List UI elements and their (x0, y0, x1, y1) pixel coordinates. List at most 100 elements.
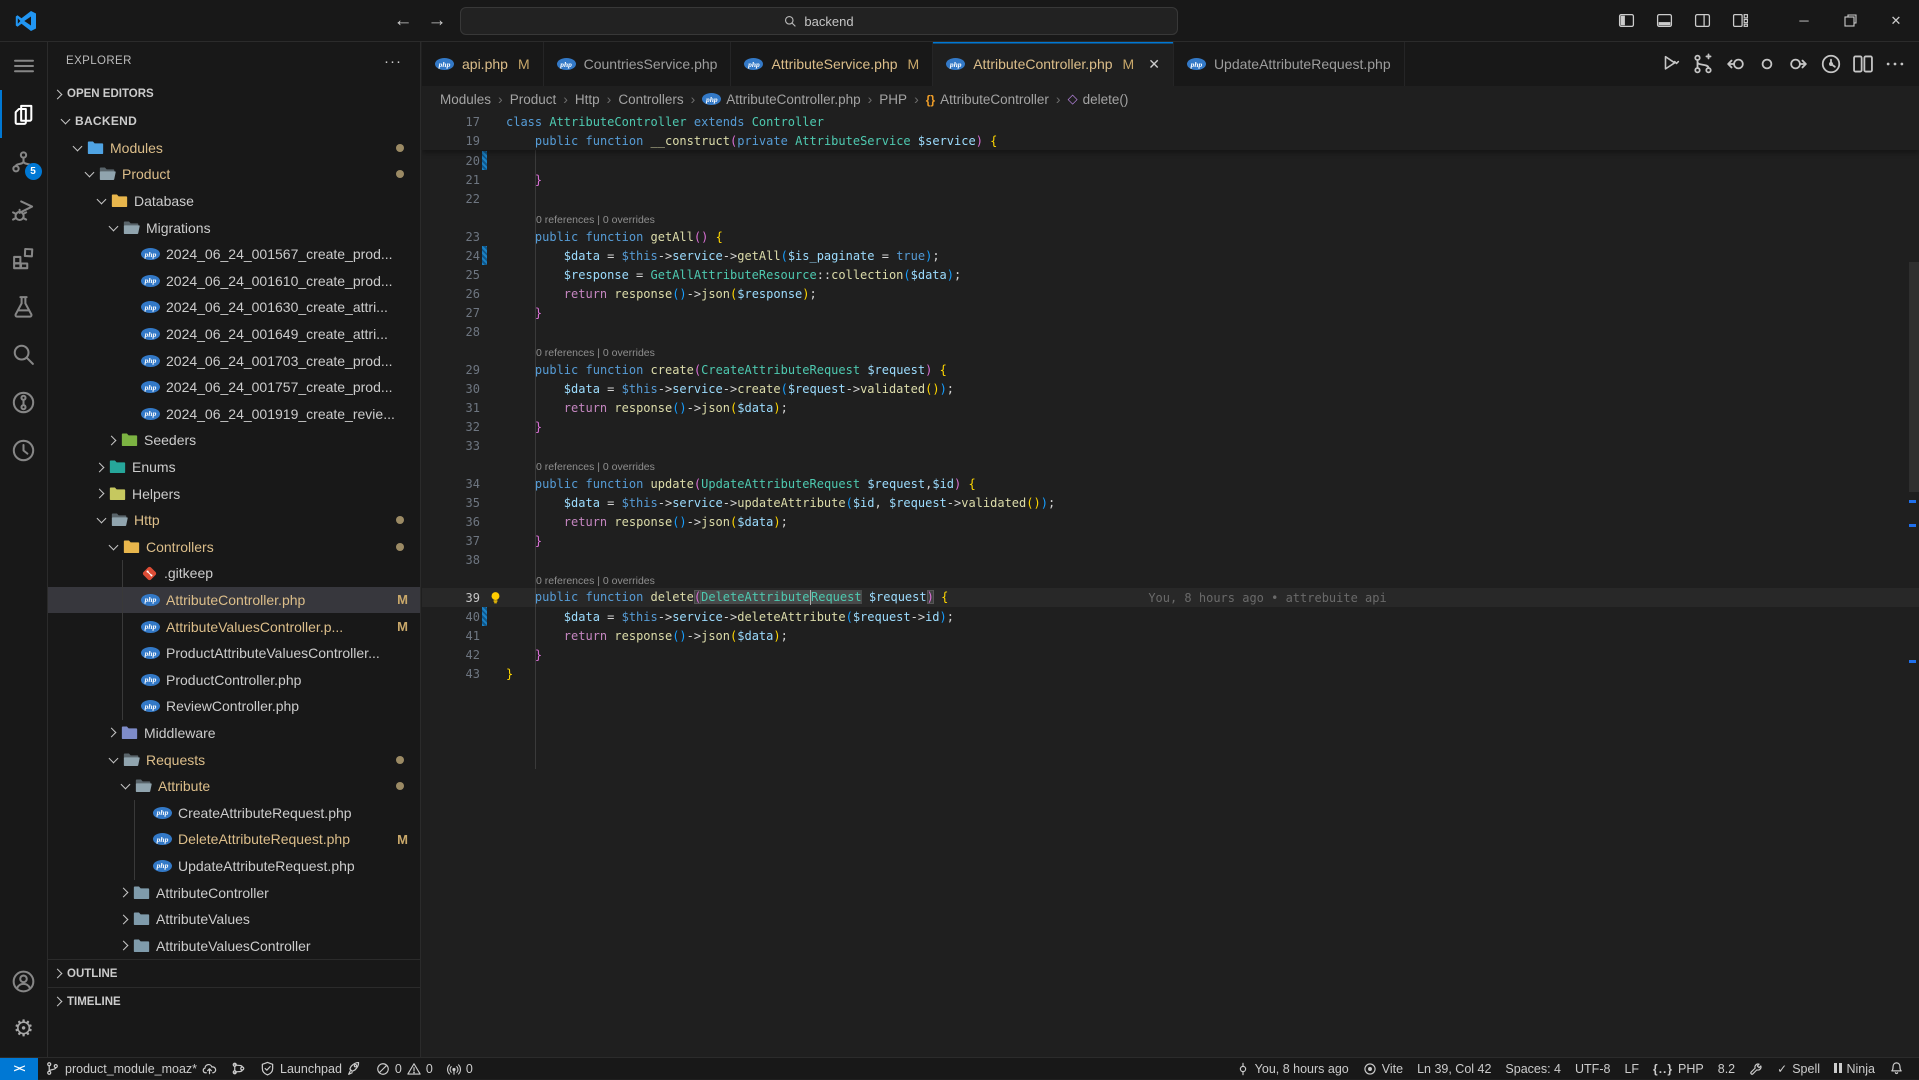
tree-item-2024-06-24-001703-create-prod-[interactable]: php2024_06_24_001703_create_prod... (48, 347, 420, 374)
command-center-search[interactable]: backend (460, 7, 1178, 35)
activity-item-testing[interactable] (0, 282, 48, 330)
breadcrumb-item-http[interactable]: Http (575, 92, 600, 107)
status-problems[interactable]: 00 (369, 1058, 440, 1080)
status-notifications[interactable] (1882, 1058, 1911, 1080)
tree-item-attribute[interactable]: Attribute (48, 773, 420, 800)
tree-item-modules[interactable]: Modules (48, 135, 420, 162)
tree-item-attributecontroller-php[interactable]: phpAttributeController.phpM (48, 587, 420, 614)
tree-item--gitkeep[interactable]: .gitkeep (48, 560, 420, 587)
tree-item-requests[interactable]: Requests (48, 746, 420, 773)
tab-attributecontroller-php[interactable]: phpAttributeController.phpM✕ (933, 42, 1174, 86)
status-git-graph[interactable] (224, 1058, 253, 1080)
status-php-version[interactable]: 8.2 (1711, 1058, 1742, 1080)
tree-item-2024-06-24-001630-create-attri-[interactable]: php2024_06_24_001630_create_attri... (48, 294, 420, 321)
tree-item-helpers[interactable]: Helpers (48, 480, 420, 507)
toggle-panel-button[interactable] (1645, 6, 1683, 36)
tree-root-backend[interactable]: BACKEND (48, 108, 420, 135)
nav-forward-button[interactable]: → (420, 6, 454, 36)
tree-item-createattributerequest-php[interactable]: phpCreateAttributeRequest.php (48, 799, 420, 826)
lightbulb-icon[interactable] (488, 590, 503, 605)
activity-item-source-control[interactable]: 5 (0, 138, 48, 186)
activity-item-explorer[interactable] (0, 90, 48, 138)
customize-layout-button[interactable] (1721, 6, 1759, 36)
tree-item-2024-06-24-001649-create-attri-[interactable]: php2024_06_24_001649_create_attri... (48, 321, 420, 348)
editor-action-run-or-debug[interactable] (1657, 50, 1685, 78)
tree-item-productattributevaluescontroller-[interactable]: phpProductAttributeValuesController... (48, 640, 420, 667)
tree-item-middleware[interactable]: Middleware (48, 720, 420, 747)
breadcrumb-item-controllers[interactable]: Controllers (618, 92, 683, 107)
tree-item-attributevaluescontroller[interactable]: AttributeValuesController (48, 932, 420, 959)
breadcrumb-item-product[interactable]: Product (510, 92, 557, 107)
tree-item-enums[interactable]: Enums (48, 454, 420, 481)
tree-item-seeders[interactable]: Seeders (48, 427, 420, 454)
status-ninja[interactable]: Ninja (1827, 1058, 1882, 1080)
tab-api-php[interactable]: phpapi.phpM (422, 42, 544, 86)
tree-item-updateattributerequest-php[interactable]: phpUpdateAttributeRequest.php (48, 853, 420, 880)
activity-item-search[interactable] (0, 330, 48, 378)
editor-action-next-change[interactable] (1785, 50, 1813, 78)
breadcrumb-item-modules[interactable]: Modules (440, 92, 491, 107)
minimize-button[interactable]: ─ (1781, 0, 1827, 41)
nav-back-button[interactable]: ← (386, 6, 420, 36)
editor-action-split-editor[interactable] (1849, 50, 1877, 78)
tree-item-migrations[interactable]: Migrations (48, 214, 420, 241)
status-language[interactable]: {..}PHP (1646, 1058, 1711, 1080)
status-branch[interactable]: product_module_moaz* (38, 1058, 224, 1080)
timeline-section[interactable]: TIMELINE (48, 987, 420, 1015)
open-editors-section[interactable]: OPEN EDITORS (48, 80, 420, 108)
codelens-label[interactable]: 0 references | 0 overrides (506, 214, 655, 227)
tab-attributeservice-php[interactable]: phpAttributeService.phpM (731, 42, 933, 86)
tab-countriesservice-php[interactable]: phpCountriesService.php (544, 42, 732, 86)
status-intelephense[interactable] (1742, 1058, 1770, 1080)
codelens-label[interactable]: 0 references | 0 overrides (506, 347, 655, 360)
status-blame[interactable]: You, 8 hours ago (1229, 1058, 1356, 1080)
tab-close-icon[interactable]: ✕ (1148, 56, 1160, 73)
status-cursor-position[interactable]: Ln 39, Col 42 (1410, 1058, 1498, 1080)
activity-item-account[interactable] (0, 957, 48, 1005)
tree-item-deleteattributerequest-php[interactable]: phpDeleteAttributeRequest.phpM (48, 826, 420, 853)
tree-item-database[interactable]: Database (48, 188, 420, 215)
remote-indicator[interactable]: >< (0, 1058, 38, 1080)
status-spell[interactable]: ✓Spell (1770, 1058, 1827, 1080)
close-window-button[interactable]: ✕ (1873, 0, 1919, 41)
status-encoding[interactable]: UTF-8 (1568, 1058, 1617, 1080)
activity-item-gitlens[interactable] (0, 378, 48, 426)
codelens-label[interactable]: 0 references | 0 overrides (506, 575, 655, 588)
tree-item-product[interactable]: Product (48, 161, 420, 188)
scrollbar[interactable] (1909, 262, 1919, 492)
tree-item-attributevaluescontroller-p-[interactable]: phpAttributeValuesController.p...M (48, 613, 420, 640)
activity-item-menu[interactable] (0, 42, 48, 90)
outline-section[interactable]: OUTLINE (48, 959, 420, 987)
tree-item-2024-06-24-001567-create-prod-[interactable]: php2024_06_24_001567_create_prod... (48, 241, 420, 268)
breadcrumb-item-attributecontroller-php[interactable]: phpAttributeController.php (702, 92, 860, 107)
tree-item-reviewcontroller-php[interactable]: phpReviewController.php (48, 693, 420, 720)
toggle-secondary-sidebar-button[interactable] (1683, 6, 1721, 36)
status-eol[interactable]: LF (1617, 1058, 1646, 1080)
restore-button[interactable] (1827, 0, 1873, 41)
breadcrumb-item-attributecontroller[interactable]: {}AttributeController (926, 92, 1049, 107)
tab-updateattributerequest-php[interactable]: phpUpdateAttributeRequest.php (1174, 42, 1405, 86)
tree-item-http[interactable]: Http (48, 507, 420, 534)
tree-item-2024-06-24-001919-create-revie-[interactable]: php2024_06_24_001919_create_revie... (48, 401, 420, 428)
breadcrumb-item-php[interactable]: PHP (879, 92, 907, 107)
status-ports[interactable]: 0 (440, 1058, 480, 1080)
editor-action-previous-change[interactable] (1721, 50, 1749, 78)
activity-item-extensions[interactable] (0, 234, 48, 282)
status-vite[interactable]: Vite (1356, 1058, 1410, 1080)
codelens-label[interactable]: 0 references | 0 overrides (506, 461, 655, 474)
explorer-more-actions[interactable]: ··· (384, 53, 402, 70)
code-editor[interactable]: 17class AttributeController extends Cont… (422, 112, 1919, 1057)
tree-item-productcontroller-php[interactable]: phpProductController.php (48, 666, 420, 693)
editor-action-git-graph[interactable] (1689, 50, 1717, 78)
tree-item-attributevalues[interactable]: AttributeValues (48, 906, 420, 933)
activity-item-gitlens-inspect[interactable] (0, 426, 48, 474)
editor-action-open-changes[interactable] (1753, 50, 1781, 78)
tree-item-controllers[interactable]: Controllers (48, 534, 420, 561)
breadcrumb-item-delete-[interactable]: ◇delete() (1068, 91, 1129, 107)
status-indentation[interactable]: Spaces: 4 (1498, 1058, 1568, 1080)
editor-action-more-actions[interactable] (1881, 50, 1909, 78)
status-launchpad[interactable]: Launchpad (253, 1058, 369, 1080)
editor-action-file-history[interactable] (1817, 50, 1845, 78)
tree-item-2024-06-24-001610-create-prod-[interactable]: php2024_06_24_001610_create_prod... (48, 268, 420, 295)
activity-item-run-debug[interactable] (0, 186, 48, 234)
